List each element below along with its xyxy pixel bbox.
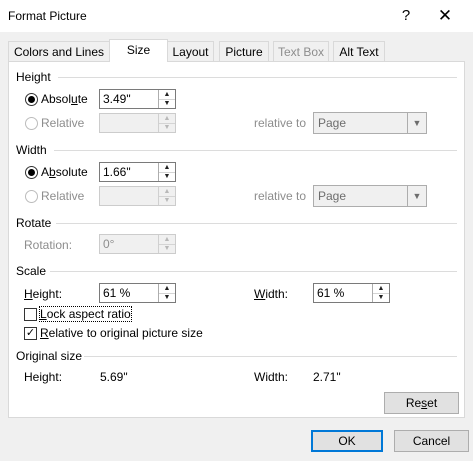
close-button[interactable]: ✕: [425, 0, 465, 32]
section-divider: [84, 356, 457, 357]
spinner-arrows: ▲ ▼: [158, 235, 175, 253]
spinner-arrows: ▲ ▼: [372, 284, 389, 302]
tab-text-box[interactable]: Text Box: [273, 41, 329, 61]
height-relative-label: Relative: [41, 116, 85, 130]
width-relative-to-label: relative to: [254, 189, 307, 203]
lock-aspect-ratio-label[interactable]: Lock aspect ratio: [39, 306, 132, 322]
tab-alt-text[interactable]: Alt Text: [333, 41, 385, 61]
scale-height-value[interactable]: 61 %: [103, 286, 130, 300]
spinner-arrows: ▲ ▼: [158, 90, 175, 108]
width-relative-radio[interactable]: [25, 190, 38, 203]
width-absolute-spinner[interactable]: 1.66" ▲ ▼: [99, 162, 176, 182]
tab-size[interactable]: Size: [109, 39, 168, 62]
relative-to-original-label[interactable]: Relative to original picture size: [40, 326, 203, 340]
section-divider: [50, 271, 457, 272]
width-relative-spinner[interactable]: ▲ ▼: [99, 186, 176, 206]
height-section-label: Height: [16, 70, 51, 84]
ok-button[interactable]: OK: [311, 430, 383, 452]
cancel-button[interactable]: Cancel: [394, 430, 469, 452]
spin-down-icon[interactable]: ▼: [159, 172, 175, 181]
help-button[interactable]: ?: [386, 0, 426, 32]
dialog-title: Format Picture: [8, 9, 87, 23]
relative-to-original-checkbox[interactable]: ✓: [24, 327, 37, 340]
section-divider: [54, 150, 457, 151]
original-width-label: Width:: [254, 370, 289, 384]
spin-down-icon[interactable]: ▼: [373, 293, 389, 302]
width-relative-to-value: Page: [318, 189, 347, 203]
spinner-arrows: ▲ ▼: [158, 187, 175, 205]
height-relative-to-select[interactable]: Page ▼: [313, 112, 427, 134]
width-section-label: Width: [16, 143, 47, 157]
title-bar: Format Picture ? ✕: [0, 0, 473, 32]
reset-button[interactable]: Reset: [384, 392, 459, 414]
original-size-section-label: Original size: [16, 349, 83, 363]
check-icon: ✓: [25, 327, 36, 339]
scale-height-spinner[interactable]: 61 % ▲ ▼: [99, 283, 176, 303]
height-relative-to-label: relative to: [254, 116, 307, 130]
rotation-spinner[interactable]: 0° ▲ ▼: [99, 234, 176, 254]
height-absolute-label: Absolute: [41, 92, 88, 106]
tab-layout[interactable]: Layout: [167, 41, 214, 61]
width-relative-to-select[interactable]: Page ▼: [313, 185, 427, 207]
chevron-down-icon: ▼: [407, 113, 426, 133]
spin-down-icon[interactable]: ▼: [159, 99, 175, 108]
spinner-arrows: ▲ ▼: [158, 284, 175, 302]
spinner-arrows: ▲ ▼: [158, 163, 175, 181]
rotation-value[interactable]: 0°: [103, 237, 114, 251]
section-divider: [56, 223, 457, 224]
scale-width-spinner[interactable]: 61 % ▲ ▼: [313, 283, 390, 303]
tab-picture[interactable]: Picture: [219, 41, 269, 61]
original-height-label: Height:: [24, 370, 63, 384]
width-absolute-radio[interactable]: [25, 166, 38, 179]
lock-aspect-ratio-checkbox[interactable]: [24, 308, 37, 321]
width-relative-label: Relative: [41, 189, 85, 203]
chevron-down-icon: ▼: [407, 186, 426, 206]
scale-height-label: Height:: [24, 287, 63, 301]
width-absolute-label: Absolute: [41, 165, 88, 179]
section-divider: [58, 77, 457, 78]
height-relative-to-value: Page: [318, 116, 347, 130]
spin-down-icon[interactable]: ▼: [159, 244, 175, 253]
rotation-label: Rotation:: [24, 238, 73, 252]
original-height-value: 5.69": [100, 370, 128, 384]
height-relative-radio[interactable]: [25, 117, 38, 130]
scale-width-label: Width:: [254, 287, 289, 301]
rotate-section-label: Rotate: [16, 216, 52, 230]
height-absolute-radio[interactable]: [25, 93, 38, 106]
spinner-arrows: ▲ ▼: [158, 114, 175, 132]
spin-down-icon[interactable]: ▼: [159, 123, 175, 132]
original-width-value: 2.71": [313, 370, 341, 384]
scale-section-label: Scale: [16, 264, 47, 278]
spin-down-icon[interactable]: ▼: [159, 196, 175, 205]
height-relative-spinner[interactable]: ▲ ▼: [99, 113, 176, 133]
scale-width-value[interactable]: 61 %: [317, 286, 344, 300]
spin-down-icon[interactable]: ▼: [159, 293, 175, 302]
tab-colors-and-lines[interactable]: Colors and Lines: [8, 41, 110, 61]
height-absolute-spinner[interactable]: 3.49" ▲ ▼: [99, 89, 176, 109]
width-absolute-value[interactable]: 1.66": [103, 165, 131, 179]
height-absolute-value[interactable]: 3.49": [103, 92, 131, 106]
